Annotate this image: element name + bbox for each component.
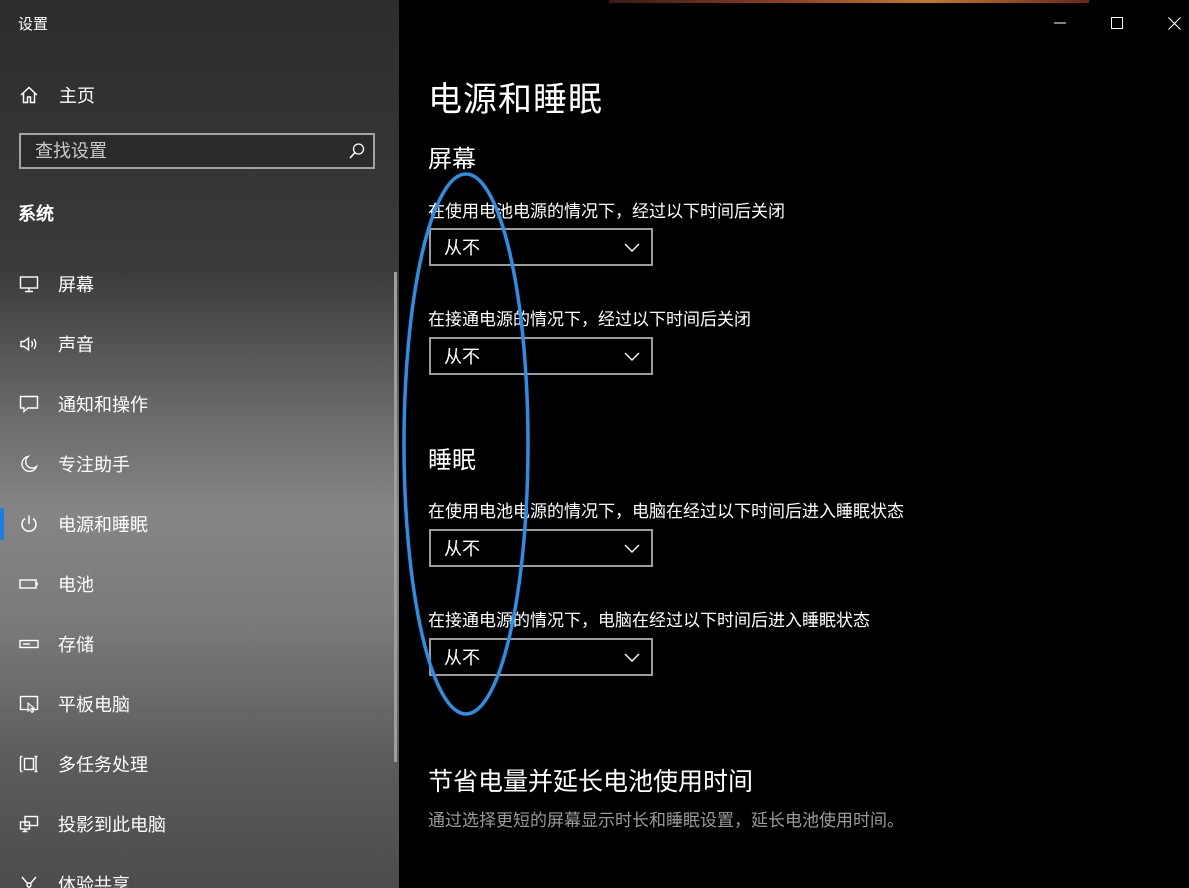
sidebar-item-label: 多任务处理 xyxy=(58,755,148,776)
maximize-icon xyxy=(1111,17,1123,29)
minimize-button[interactable] xyxy=(1045,8,1075,38)
home-nav-item[interactable]: 主页 xyxy=(18,82,95,108)
page-title: 电源和睡眠 xyxy=(428,80,603,120)
sidebar-item-label: 平板电脑 xyxy=(58,695,130,716)
sidebar-item-storage[interactable]: 存储 xyxy=(0,614,399,674)
close-button[interactable] xyxy=(1159,8,1189,38)
dropdown-value: 从不 xyxy=(444,238,480,259)
home-icon xyxy=(18,84,40,106)
sidebar-item-label: 体验共享 xyxy=(58,875,130,888)
storage-icon xyxy=(18,633,40,655)
screen-plugged-label: 在接通电源的情况下，经过以下时间后关闭 xyxy=(428,310,751,330)
sidebar-item-project[interactable]: 投影到此电脑 xyxy=(0,794,399,854)
screen-battery-dropdown[interactable]: 从不 xyxy=(429,228,653,266)
sidebar-item-label: 屏幕 xyxy=(58,275,94,296)
sidebar-item-label: 通知和操作 xyxy=(58,395,148,416)
section-heading-sleep: 睡眠 xyxy=(428,446,476,474)
sleep-battery-label: 在使用电池电源的情况下，电脑在经过以下时间后进入睡眠状态 xyxy=(428,502,904,522)
battery-icon xyxy=(18,573,40,595)
notification-icon xyxy=(18,393,40,415)
sidebar-scrollbar[interactable] xyxy=(394,272,397,762)
sidebar: 设置 主页 系统 屏幕 声音 通知和操作 xyxy=(0,0,399,888)
maximize-button[interactable] xyxy=(1102,8,1132,38)
chevron-down-icon xyxy=(624,352,640,361)
search-input[interactable] xyxy=(21,135,355,167)
sleep-battery-dropdown[interactable]: 从不 xyxy=(429,529,653,567)
sidebar-item-label: 专注助手 xyxy=(58,455,130,476)
search-icon[interactable] xyxy=(348,142,366,160)
share-icon xyxy=(18,873,40,888)
chevron-down-icon xyxy=(624,653,640,662)
sidebar-item-tablet[interactable]: 平板电脑 xyxy=(0,674,399,734)
screen-plugged-dropdown[interactable]: 从不 xyxy=(429,337,653,375)
save-power-description: 通过选择更短的屏幕显示时长和睡眠设置，延长电池使用时间。 xyxy=(428,811,904,831)
sidebar-item-focus-assist[interactable]: 专注助手 xyxy=(0,434,399,494)
sidebar-nav: 屏幕 声音 通知和操作 专注助手 电源和睡眠 电池 存储 平板电脑 多任务处理 … xyxy=(0,254,399,888)
monitor-icon xyxy=(18,273,40,295)
moon-icon xyxy=(18,453,40,475)
section-heading-screen: 屏幕 xyxy=(428,145,476,173)
sidebar-item-battery[interactable]: 电池 xyxy=(0,554,399,614)
sidebar-item-multitasking[interactable]: 多任务处理 xyxy=(0,734,399,794)
chevron-down-icon xyxy=(624,544,640,553)
dropdown-value: 从不 xyxy=(444,539,480,560)
tablet-icon xyxy=(18,693,40,715)
dropdown-value: 从不 xyxy=(444,347,480,368)
search-box[interactable] xyxy=(19,133,375,169)
sidebar-item-label: 电源和睡眠 xyxy=(58,515,148,536)
sidebar-item-label: 声音 xyxy=(58,335,94,356)
wallpaper-strip xyxy=(609,0,1089,3)
dropdown-value: 从不 xyxy=(444,648,480,669)
sidebar-item-display[interactable]: 屏幕 xyxy=(0,254,399,314)
sidebar-item-power-sleep[interactable]: 电源和睡眠 xyxy=(0,494,399,554)
project-icon xyxy=(18,813,40,835)
home-label: 主页 xyxy=(59,86,95,107)
sleep-plugged-label: 在接通电源的情况下，电脑在经过以下时间后进入睡眠状态 xyxy=(428,611,870,631)
save-power-heading: 节省电量并延长电池使用时间 xyxy=(428,767,754,796)
sidebar-item-notifications[interactable]: 通知和操作 xyxy=(0,374,399,434)
minimize-icon xyxy=(1054,22,1066,24)
sleep-plugged-dropdown[interactable]: 从不 xyxy=(429,638,653,676)
sidebar-item-label: 投影到此电脑 xyxy=(58,815,166,836)
sidebar-item-shared-experiences[interactable]: 体验共享 xyxy=(0,854,399,888)
screen-battery-label: 在使用电池电源的情况下，经过以下时间后关闭 xyxy=(428,202,785,222)
section-label-system: 系统 xyxy=(18,204,54,225)
sidebar-item-label: 存储 xyxy=(58,635,94,656)
power-icon xyxy=(18,513,40,535)
sidebar-item-label: 电池 xyxy=(58,575,94,596)
multitask-icon xyxy=(18,753,40,775)
speaker-icon xyxy=(18,333,40,355)
chevron-down-icon xyxy=(624,243,640,252)
main-content: 电源和睡眠 屏幕 在使用电池电源的情况下，经过以下时间后关闭 从不 在接通电源的… xyxy=(399,0,1189,888)
app-title: 设置 xyxy=(18,15,49,33)
close-icon xyxy=(1167,16,1181,30)
sidebar-item-sound[interactable]: 声音 xyxy=(0,314,399,374)
